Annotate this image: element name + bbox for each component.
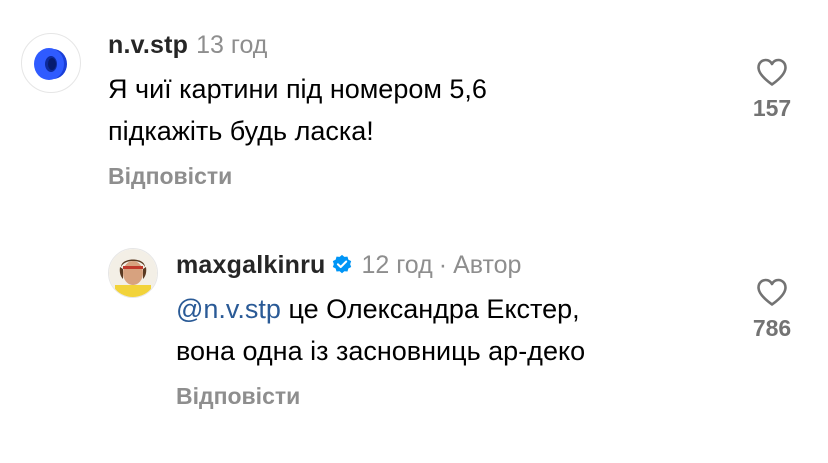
comment-header: maxgalkinru 12 год · Автор [176, 251, 521, 280]
reply-button[interactable]: Відповісти [176, 383, 300, 410]
blue-ring-icon [34, 48, 67, 80]
heart-icon[interactable] [756, 277, 788, 307]
avatar[interactable] [21, 33, 81, 93]
reply-button[interactable]: Відповісти [108, 163, 232, 190]
username[interactable]: n.v.stp [108, 31, 188, 59]
comment-text: @n.v.stp це Олександра Екстер, вона одна… [176, 288, 585, 372]
comment-text: Я чиї картини під номером 5,6 підкажіть … [108, 68, 487, 152]
comment-text-line: @n.v.stp це Олександра Екстер, [176, 288, 585, 330]
timestamp: 13 год [196, 31, 268, 59]
timestamp: 12 год [361, 251, 433, 279]
like-button[interactable]: 157 [742, 57, 802, 122]
like-count: 157 [752, 95, 792, 121]
heart-icon[interactable] [756, 57, 788, 87]
comment-text-line: Я чиї картини під номером 5,6 [108, 74, 487, 104]
comment-text-line: вона одна із засновниць ар-деко [176, 336, 586, 366]
comment-text-line: підкажіть будь ласка! [108, 116, 374, 146]
username[interactable]: maxgalkinru [176, 251, 325, 279]
verified-badge-icon [333, 254, 352, 274]
comment-header: n.v.stp 13 год [108, 31, 267, 60]
like-button[interactable]: 786 [742, 277, 802, 342]
avatar[interactable] [108, 248, 158, 298]
separator-dot: · [438, 251, 448, 279]
user-photo [109, 249, 157, 297]
author-label: Автор [453, 251, 522, 279]
mention-link[interactable]: @n.v.stp [176, 294, 281, 324]
like-count: 786 [752, 315, 792, 341]
comment-text-fragment: це Олександра Екстер, [280, 294, 580, 324]
